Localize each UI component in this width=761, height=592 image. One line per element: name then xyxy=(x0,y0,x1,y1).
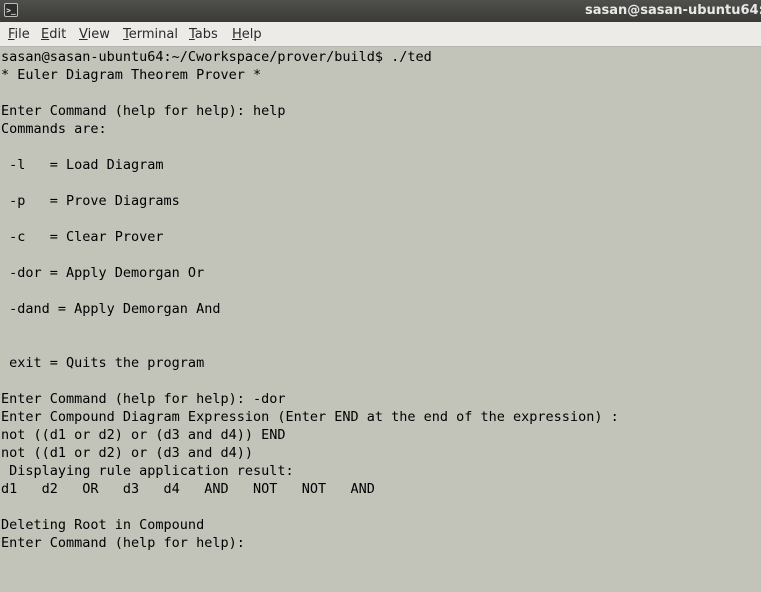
window-title: sasan@sasan-ubuntu64: xyxy=(585,3,761,18)
menu-view-label: iew xyxy=(87,27,110,42)
terminal-output[interactable]: sasan@sasan-ubuntu64:~/Cworkspace/prover… xyxy=(1,48,761,592)
menu-edit-label: dit xyxy=(49,27,67,42)
menu-file-label: ile xyxy=(14,27,30,42)
terminal-line: d1 d2 OR d3 d4 AND NOT NOT AND xyxy=(1,481,375,497)
menu-help-label: elp xyxy=(241,27,262,42)
menu-bar: File Edit View Terminal Tabs Help xyxy=(0,22,761,47)
menu-view-mnemonic: V xyxy=(79,27,88,42)
menu-help-mnemonic: H xyxy=(232,27,242,42)
terminal-line: Enter Command (help for help): help xyxy=(1,103,286,119)
terminal-line: -dand = Apply Demorgan And xyxy=(1,301,221,317)
menu-file[interactable]: File xyxy=(8,27,30,43)
terminal-window: >_ sasan@sasan-ubuntu64: File Edit View … xyxy=(0,0,761,592)
menu-terminal-label: erminal xyxy=(128,27,178,42)
terminal-line: -l = Load Diagram xyxy=(1,157,164,173)
terminal-line: sasan@sasan-ubuntu64:~/Cworkspace/prover… xyxy=(1,49,432,65)
terminal-line: Enter Compound Diagram Expression (Enter… xyxy=(1,409,619,425)
terminal-line: -dor = Apply Demorgan Or xyxy=(1,265,205,281)
menu-tabs[interactable]: Tabs xyxy=(189,27,218,43)
terminal-line: not ((d1 or d2) or (d3 and d4)) xyxy=(1,445,253,461)
terminal-icon: >_ xyxy=(4,3,18,17)
terminal-line: -p = Prove Diagrams xyxy=(1,193,180,209)
menu-tabs-label: abs xyxy=(194,27,218,42)
terminal-line: Commands are: xyxy=(1,121,107,137)
menu-edit[interactable]: Edit xyxy=(41,27,66,43)
terminal-line: Enter Command (help for help): -dor xyxy=(1,391,286,407)
terminal-line: Deleting Root in Compound xyxy=(1,517,205,533)
terminal-line: * Euler Diagram Theorem Prover * xyxy=(1,67,262,83)
menu-view[interactable]: View xyxy=(79,27,110,43)
terminal-line: not ((d1 or d2) or (d3 and d4)) END xyxy=(1,427,286,443)
menu-help[interactable]: Help xyxy=(232,27,262,43)
terminal-line: exit = Quits the program xyxy=(1,355,205,371)
menu-edit-mnemonic: E xyxy=(41,27,50,42)
menu-terminal[interactable]: Terminal xyxy=(123,27,178,43)
title-bar[interactable]: >_ sasan@sasan-ubuntu64: xyxy=(0,0,761,22)
terminal-line: Enter Command (help for help): xyxy=(1,535,253,551)
terminal-line: Displaying rule application result: xyxy=(1,463,294,479)
terminal-line: -c = Clear Prover xyxy=(1,229,164,245)
